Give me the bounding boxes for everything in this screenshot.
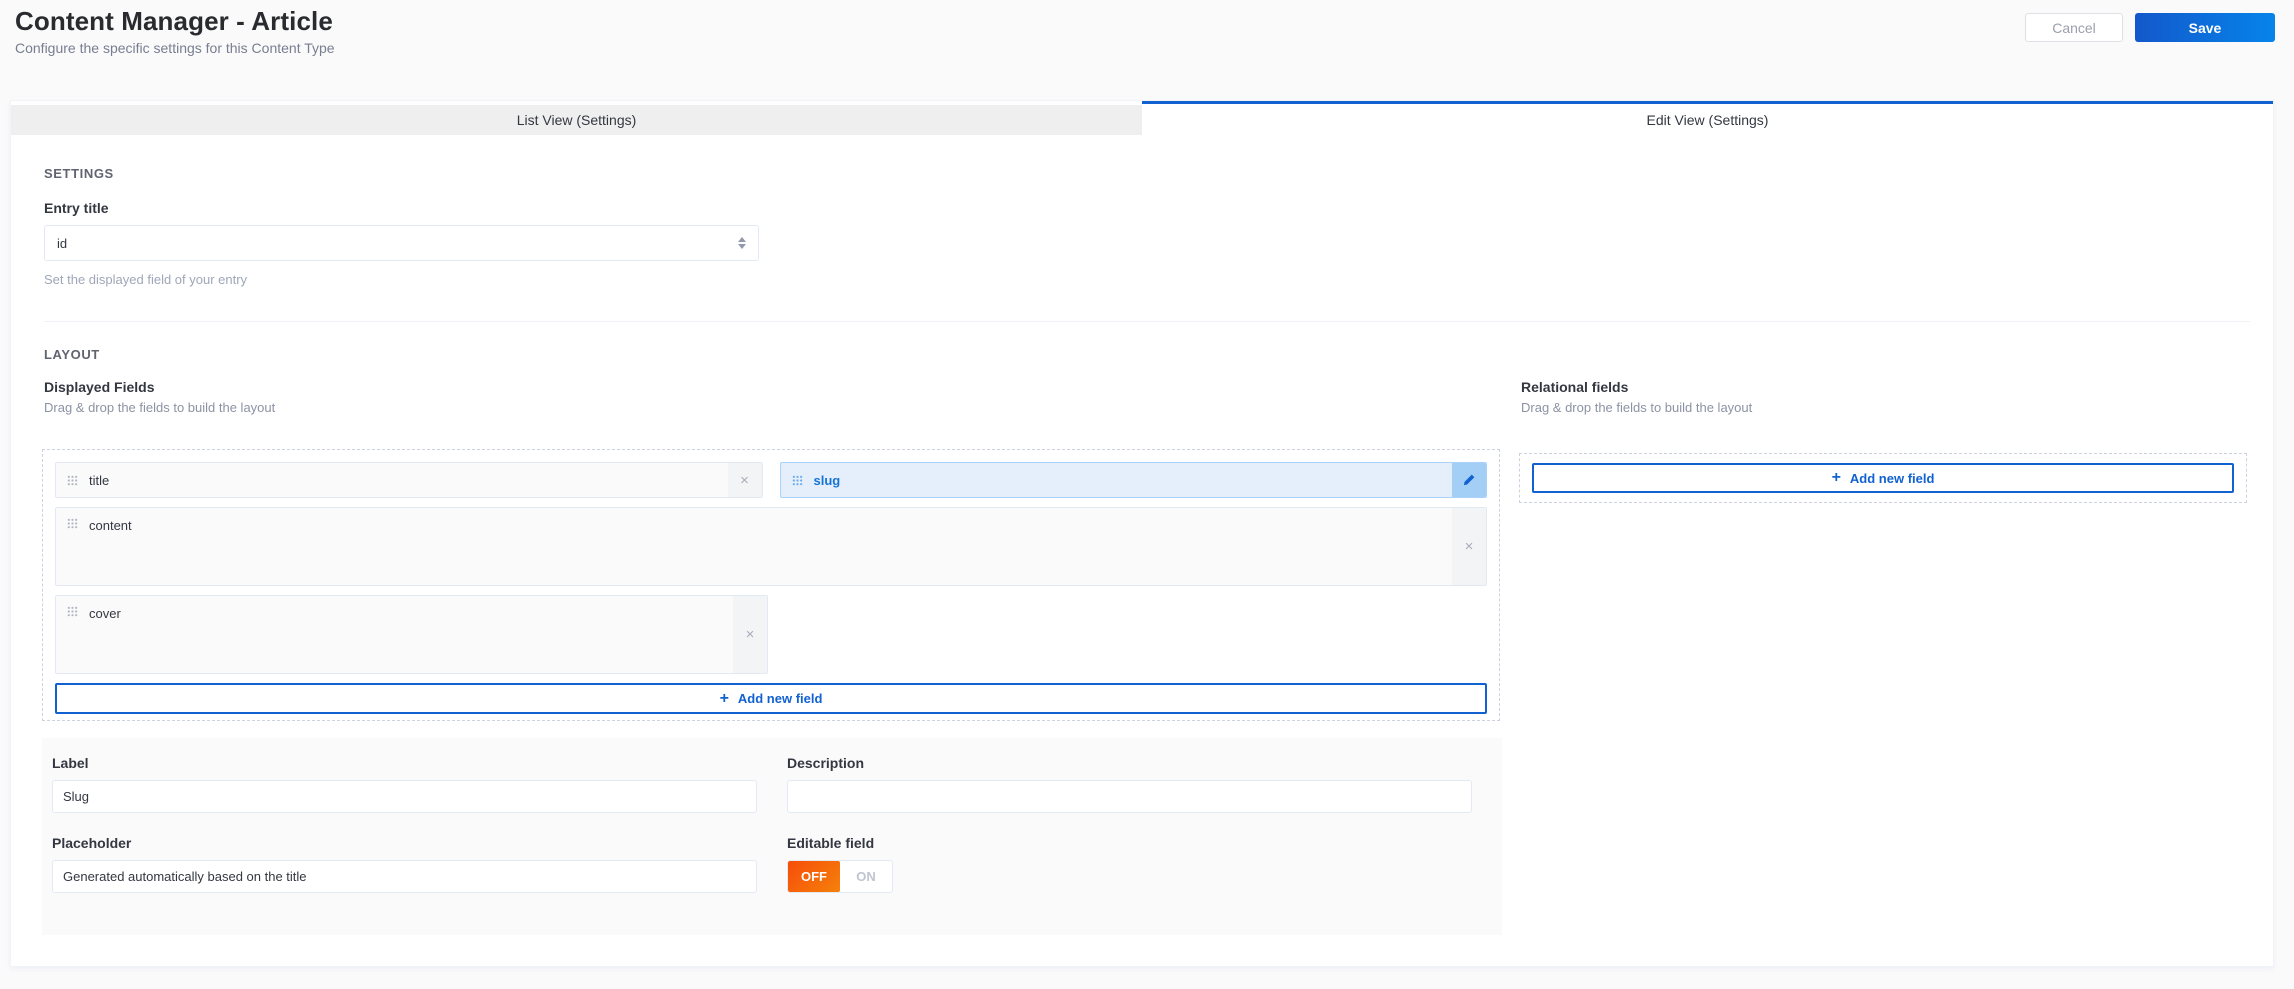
content-panel: List View (Settings) Edit View (Settings… — [10, 100, 2274, 967]
page-subtitle: Configure the specific settings for this… — [15, 40, 335, 56]
plus-icon: + — [1831, 469, 1841, 486]
relational-fields-header: Relational fields Drag & drop the fields… — [1521, 379, 1752, 415]
save-button[interactable]: Save — [2135, 13, 2275, 42]
placeholder-field-label: Placeholder — [52, 835, 132, 851]
remove-field-icon[interactable]: × — [733, 596, 767, 673]
editable-toggle[interactable]: OFF ON — [787, 860, 893, 893]
settings-section-title: SETTINGS — [44, 166, 114, 181]
drag-handle-icon[interactable] — [792, 475, 803, 486]
pencil-icon — [1463, 474, 1475, 486]
add-new-relational-field-button[interactable]: + Add new field — [1532, 463, 2234, 493]
displayed-fields-header: Displayed Fields Drag & drop the fields … — [44, 379, 275, 415]
page-title: Content Manager - Article — [15, 6, 333, 36]
page-header: Content Manager - Article Configure the … — [15, 6, 335, 56]
tab-list-view-settings[interactable]: List View (Settings) — [11, 101, 1142, 135]
panel-body: SETTINGS Entry title id Set the displaye… — [11, 135, 2273, 967]
field-chip-label: content — [89, 518, 132, 533]
entry-title-help: Set the displayed field of your entry — [44, 272, 248, 287]
edit-field-button[interactable] — [1452, 463, 1486, 497]
label-form-group: Label — [52, 755, 757, 813]
displayed-fields-dropzone: title × slug content × cover × + Add new… — [42, 449, 1500, 721]
add-new-field-label: Add new field — [737, 691, 823, 706]
select-stepper-icon[interactable] — [738, 237, 746, 249]
field-chip-row: title × slug — [55, 462, 1487, 498]
relational-fields-dropzone: + Add new field — [1519, 453, 2247, 503]
field-chip-slug[interactable]: slug — [779, 462, 1487, 498]
cancel-button-label: Cancel — [2052, 19, 2096, 36]
plus-icon: + — [719, 689, 729, 707]
remove-field-icon[interactable]: × — [1452, 508, 1486, 585]
cancel-button[interactable]: Cancel — [2025, 13, 2123, 42]
field-chip-title[interactable]: title × — [55, 462, 763, 498]
field-chip-content[interactable]: content × — [55, 507, 1487, 586]
section-divider — [44, 321, 2250, 322]
field-chip-cover[interactable]: cover × — [55, 595, 768, 674]
field-chip-label: title — [89, 472, 110, 488]
description-field-label: Description — [787, 755, 865, 771]
tab-edit-view-settings[interactable]: Edit View (Settings) — [1142, 101, 2273, 135]
add-new-relational-field-label: Add new field — [1849, 470, 1935, 486]
add-new-field-button[interactable]: + Add new field — [55, 683, 1487, 714]
description-input[interactable] — [787, 780, 1472, 813]
save-button-label: Save — [2188, 19, 2222, 36]
view-tabs: List View (Settings) Edit View (Settings… — [11, 101, 2273, 135]
editable-form-group: Editable field OFF ON — [787, 835, 1472, 893]
toggle-off-option[interactable]: OFF — [788, 861, 840, 892]
displayed-fields-title: Displayed Fields — [44, 379, 155, 395]
field-chip-label: slug — [813, 472, 841, 488]
relational-fields-subtitle: Drag & drop the fields to build the layo… — [1521, 400, 1753, 415]
layout-section-title: LAYOUT — [44, 347, 100, 362]
relational-fields-title: Relational fields — [1521, 379, 1629, 395]
label-field-label: Label — [52, 755, 89, 771]
placeholder-form-group: Placeholder — [52, 835, 757, 893]
toggle-on-option[interactable]: ON — [840, 861, 892, 892]
tab-list-view-label: List View (Settings) — [516, 112, 637, 128]
entry-title-select-value: id — [57, 235, 68, 251]
entry-title-label: Entry title — [44, 200, 109, 216]
label-input[interactable] — [52, 780, 757, 813]
drag-handle-icon[interactable] — [67, 606, 78, 617]
drag-handle-icon[interactable] — [67, 475, 78, 486]
remove-field-icon[interactable]: × — [727, 463, 762, 497]
field-edit-form: Label Description Placeholder Editable f… — [42, 738, 1502, 935]
placeholder-input[interactable] — [52, 860, 757, 893]
tab-edit-view-label: Edit View (Settings) — [1646, 111, 1769, 128]
entry-title-select[interactable]: id — [44, 225, 759, 261]
editable-field-label: Editable field — [787, 835, 875, 851]
description-form-group: Description — [787, 755, 1472, 813]
field-chip-label: cover — [89, 606, 121, 621]
drag-handle-icon[interactable] — [67, 518, 78, 529]
displayed-fields-subtitle: Drag & drop the fields to build the layo… — [44, 400, 276, 415]
